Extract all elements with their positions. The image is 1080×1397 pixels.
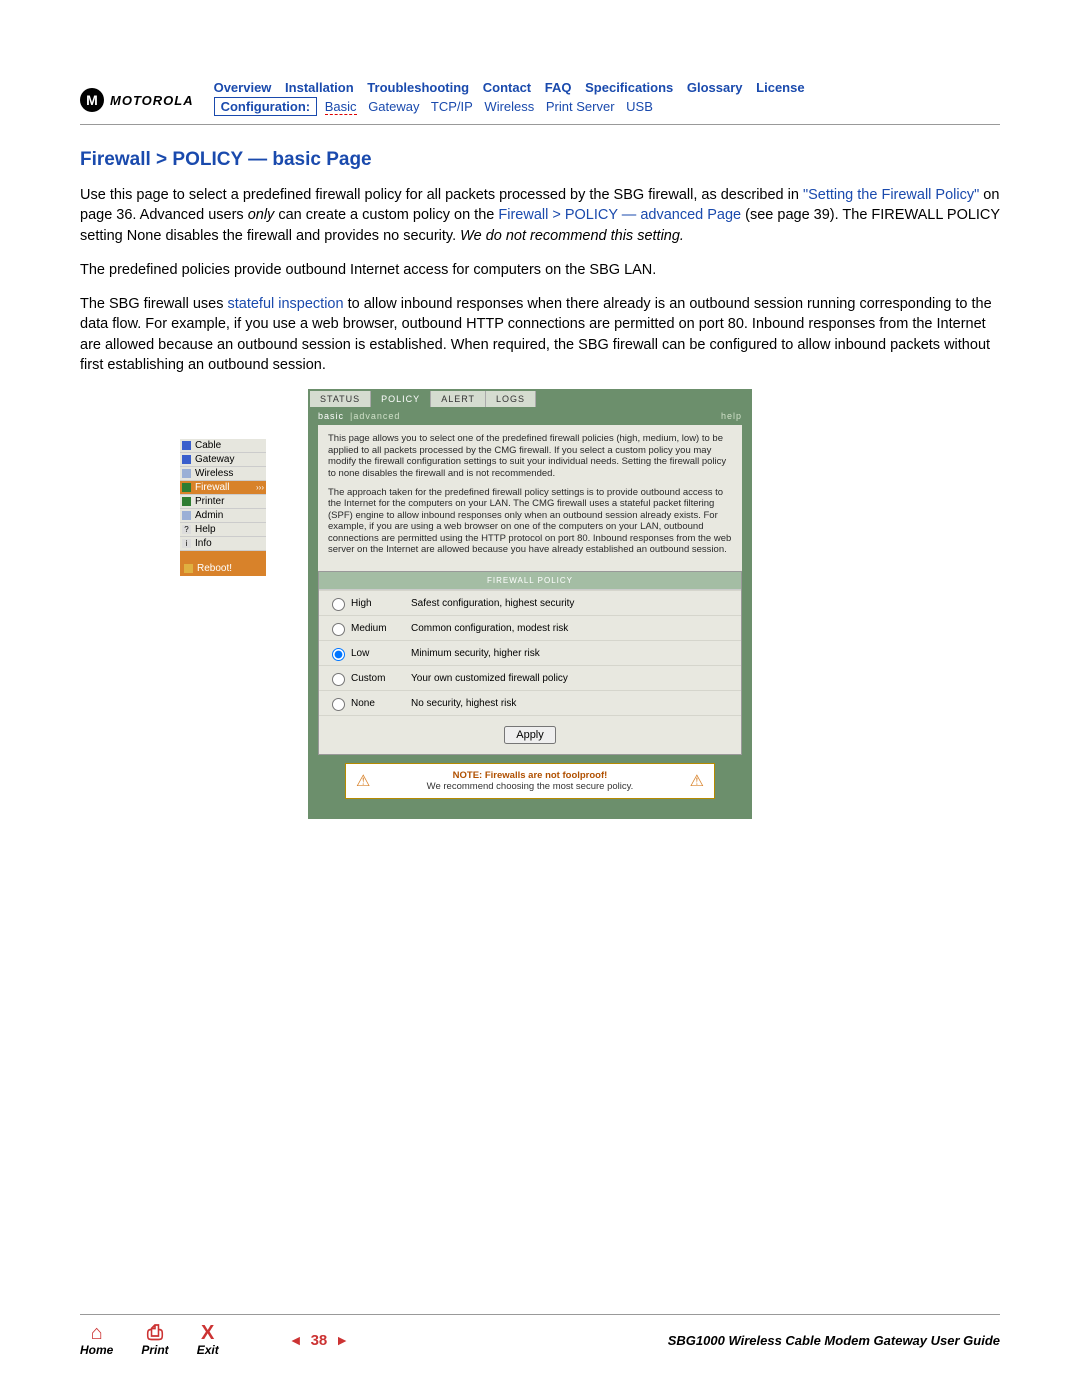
page-title: Firewall > POLICY — basic Page — [80, 149, 1000, 171]
nav-specifications[interactable]: Specifications — [585, 80, 673, 95]
nav-installation[interactable]: Installation — [285, 80, 354, 95]
sidebar-item-help[interactable]: ?Help — [180, 523, 266, 537]
logo-icon: M — [80, 88, 104, 112]
policy-option-low[interactable]: LowMinimum security, higher risk — [319, 640, 741, 665]
next-page-arrow[interactable]: ► — [335, 1332, 349, 1348]
prev-page-arrow[interactable]: ◄ — [289, 1332, 303, 1348]
policy-label: Medium — [351, 623, 411, 634]
footer-home[interactable]: ⌂Home — [80, 1323, 113, 1357]
nav-license[interactable]: License — [756, 80, 804, 95]
config-wireless[interactable]: Wireless — [484, 99, 534, 114]
warning-icon: ⚠ — [690, 771, 704, 791]
policy-label: High — [351, 598, 411, 609]
link-advanced-page[interactable]: Firewall > POLICY — advanced Page — [498, 207, 741, 223]
config-label: Configuration: — [214, 97, 318, 116]
intro-paragraph-1: Use this page to select a predefined fir… — [80, 185, 1000, 246]
tab-policy[interactable]: POLICY — [371, 391, 431, 407]
page-footer: ⌂Home ⎙Print XExit ◄ 38 ► SBG1000 Wirele… — [80, 1314, 1000, 1357]
brand-text: MOTOROLA — [110, 93, 194, 108]
sidebar-item-admin[interactable]: Admin — [180, 509, 266, 523]
tab-alert[interactable]: ALERT — [431, 391, 486, 407]
panel-description: This page allows you to select one of th… — [318, 425, 742, 571]
sidebar-item-gateway[interactable]: Gateway — [180, 453, 266, 467]
intro-paragraph-2: The predefined policies provide outbound… — [80, 260, 1000, 280]
table-header: FIREWALL POLICY — [319, 572, 741, 590]
link-stateful-inspection[interactable]: stateful inspection — [227, 296, 343, 312]
sidebar-item-printer[interactable]: Printer — [180, 495, 266, 509]
policy-label: Low — [351, 648, 411, 659]
policy-desc: No security, highest risk — [411, 698, 516, 709]
policy-desc: Safest configuration, highest security — [411, 598, 574, 609]
guide-title: SBG1000 Wireless Cable Modem Gateway Use… — [668, 1333, 1000, 1348]
subtab-basic[interactable]: basic — [318, 411, 344, 421]
config-nav: Configuration: Basic Gateway TCP/IP Wire… — [214, 99, 1000, 114]
policy-radio-none[interactable] — [332, 698, 345, 711]
app-panel: STATUS POLICY ALERT LOGS basic | advance… — [308, 389, 752, 819]
subtab-advanced[interactable]: advanced — [353, 411, 400, 421]
config-basic[interactable]: Basic — [325, 99, 357, 115]
policy-desc: Your own customized firewall policy — [411, 673, 568, 684]
page-number: 38 — [311, 1332, 328, 1349]
header-divider — [80, 124, 1000, 125]
footer-exit[interactable]: XExit — [197, 1323, 219, 1357]
subtab-help[interactable]: help — [721, 411, 742, 421]
nav-glossary[interactable]: Glossary — [687, 80, 743, 95]
warning-icon: ⚠ — [356, 771, 370, 791]
policy-radio-low[interactable] — [332, 648, 345, 661]
config-printserver[interactable]: Print Server — [546, 99, 615, 114]
note-bold: NOTE: Firewalls are not foolproof! — [380, 770, 679, 781]
intro-paragraph-3: The SBG firewall uses stateful inspectio… — [80, 294, 1000, 375]
config-tcpip[interactable]: TCP/IP — [431, 99, 473, 114]
sidebar: Cable Gateway Wireless Firewall››› Print… — [180, 439, 266, 819]
footer-print[interactable]: ⎙Print — [141, 1323, 168, 1357]
home-icon: ⌂ — [80, 1323, 113, 1343]
sidebar-reboot[interactable]: Reboot! — [180, 561, 266, 576]
policy-radio-custom[interactable] — [332, 673, 345, 686]
note-box: ⚠ NOTE: Firewalls are not foolproof! We … — [345, 763, 715, 799]
policy-radio-high[interactable] — [332, 598, 345, 611]
exit-icon: X — [197, 1323, 219, 1343]
nav-overview[interactable]: Overview — [214, 80, 272, 95]
policy-label: None — [351, 698, 411, 709]
nav-troubleshooting[interactable]: Troubleshooting — [367, 80, 469, 95]
tab-status[interactable]: STATUS — [310, 391, 371, 407]
policy-option-medium[interactable]: MediumCommon configuration, modest risk — [319, 615, 741, 640]
sidebar-item-firewall[interactable]: Firewall››› — [180, 481, 266, 495]
policy-radio-medium[interactable] — [332, 623, 345, 636]
policy-desc: Minimum security, higher risk — [411, 648, 540, 659]
subtab-bar: basic | advanced help — [310, 407, 750, 425]
tab-logs[interactable]: LOGS — [486, 391, 536, 407]
chevron-right-icon: ››› — [256, 483, 264, 492]
top-nav: Overview Installation Troubleshooting Co… — [214, 80, 1000, 95]
tab-bar: STATUS POLICY ALERT LOGS — [310, 391, 750, 407]
sidebar-item-wireless[interactable]: Wireless — [180, 467, 266, 481]
policy-label: Custom — [351, 673, 411, 684]
policy-desc: Common configuration, modest risk — [411, 623, 568, 634]
sidebar-item-info[interactable]: iInfo — [180, 537, 266, 551]
nav-contact[interactable]: Contact — [483, 80, 531, 95]
brand-logo: M MOTOROLA — [80, 88, 194, 112]
policy-option-high[interactable]: HighSafest configuration, highest securi… — [319, 590, 741, 615]
screenshot-figure: Cable Gateway Wireless Firewall››› Print… — [180, 389, 1000, 819]
policy-option-custom[interactable]: CustomYour own customized firewall polic… — [319, 665, 741, 690]
apply-button[interactable]: Apply — [504, 726, 556, 744]
sidebar-item-cable[interactable]: Cable — [180, 439, 266, 453]
policy-option-none[interactable]: NoneNo security, highest risk — [319, 690, 741, 715]
note-text: We recommend choosing the most secure po… — [427, 781, 634, 792]
config-gateway[interactable]: Gateway — [368, 99, 419, 114]
nav-faq[interactable]: FAQ — [545, 80, 572, 95]
link-setting-firewall-policy[interactable]: "Setting the Firewall Policy" — [803, 187, 979, 203]
print-icon: ⎙ — [141, 1323, 168, 1343]
config-usb[interactable]: USB — [626, 99, 653, 114]
firewall-policy-table: FIREWALL POLICY HighSafest configuration… — [318, 571, 742, 755]
